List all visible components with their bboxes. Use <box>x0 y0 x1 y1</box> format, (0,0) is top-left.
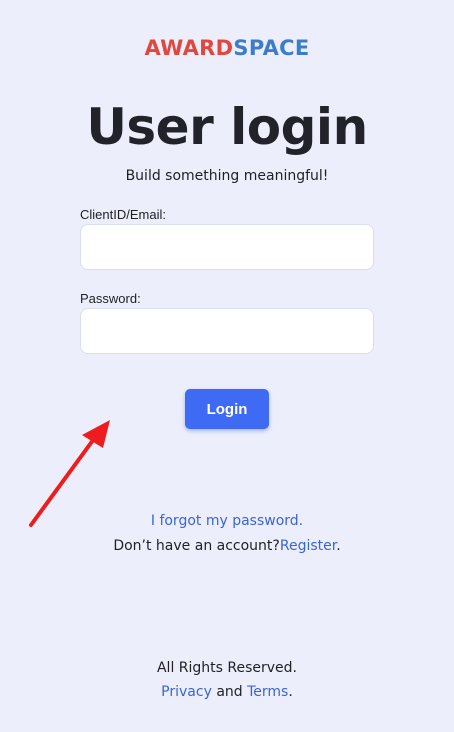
page-title: User login <box>86 98 368 156</box>
register-row: Don’t have an account?Register. <box>0 538 454 554</box>
brand-logo[interactable]: AWARDSPACE <box>0 36 454 60</box>
logo-part-award: AWARD <box>144 36 234 60</box>
footer-period: . <box>288 684 293 700</box>
page-subtitle: Build something meaningful! <box>125 168 329 184</box>
register-link[interactable]: Register <box>280 538 336 554</box>
privacy-link[interactable]: Privacy <box>161 684 212 700</box>
footer-links: Privacy and Terms. <box>0 684 454 700</box>
email-label: ClientID/Email: <box>80 207 166 222</box>
password-field[interactable] <box>80 308 374 354</box>
forgot-password-link[interactable]: I forgot my password. <box>151 513 303 529</box>
footer-rights: All Rights Reserved. <box>156 660 298 676</box>
logo-part-space: SPACE <box>233 36 310 60</box>
footer-and-text: and <box>211 684 248 700</box>
password-label: Password: <box>80 291 141 306</box>
no-account-text: Don’t have an account? <box>113 538 280 554</box>
login-button[interactable]: Login <box>185 389 269 429</box>
forgot-password-row: I forgot my password. <box>0 513 454 529</box>
terms-link[interactable]: Terms <box>247 684 288 700</box>
email-field[interactable] <box>80 224 374 270</box>
register-period: . <box>336 538 341 554</box>
